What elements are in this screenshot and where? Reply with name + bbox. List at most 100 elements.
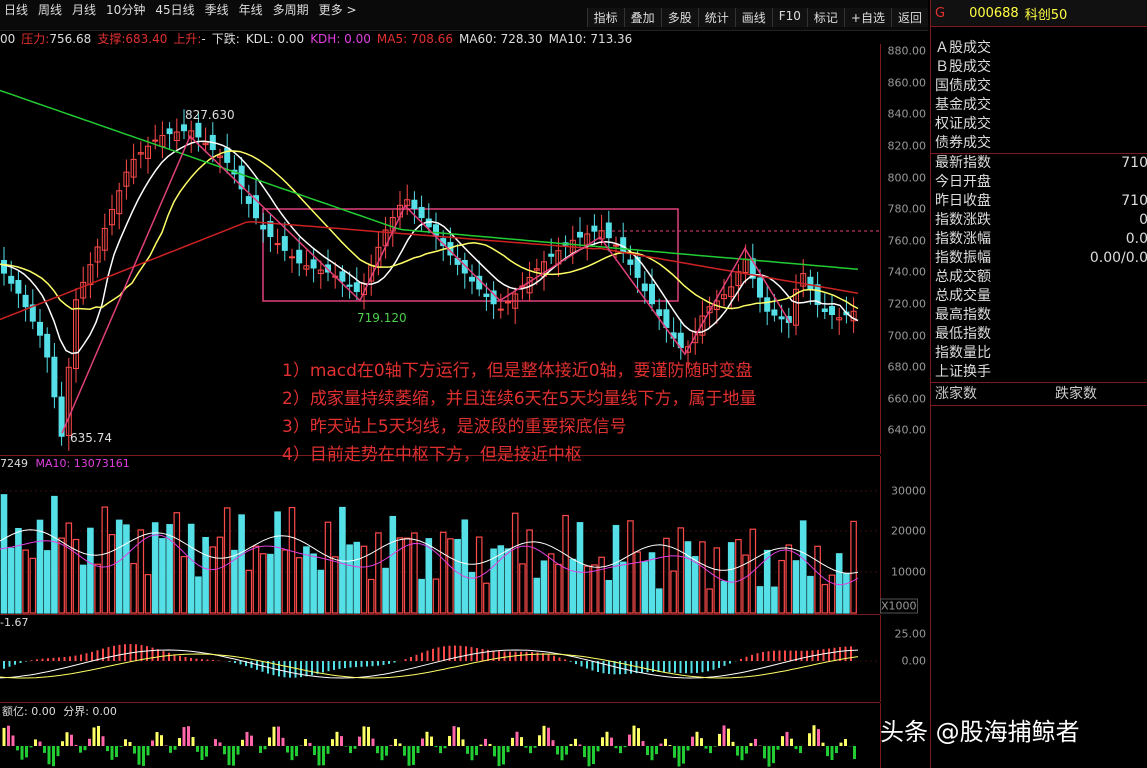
macd-dif-line bbox=[0, 649, 859, 679]
candle-body bbox=[289, 256, 295, 259]
stat-row: 今日开盘 bbox=[935, 174, 991, 190]
breadth-area bbox=[931, 405, 1147, 406]
volume-bar bbox=[367, 578, 375, 614]
candle-body bbox=[641, 283, 648, 292]
volume-bar bbox=[180, 556, 188, 614]
volume-bar bbox=[619, 561, 627, 614]
candle-body bbox=[778, 316, 785, 320]
volume-bar bbox=[670, 570, 677, 614]
amount-info: 额亿: 0.00 分界: 0.00 bbox=[2, 703, 117, 719]
price-tick: 820.00 bbox=[887, 139, 927, 153]
volume-bar bbox=[504, 548, 512, 614]
volume-bar bbox=[612, 524, 620, 614]
candle-body bbox=[469, 276, 475, 282]
volume-bar bbox=[274, 511, 281, 614]
price-tick: 680.00 bbox=[887, 360, 927, 374]
volume-bar bbox=[144, 574, 152, 614]
volume-bar bbox=[598, 556, 605, 614]
volume-bar bbox=[288, 506, 296, 614]
price-tick: 640.00 bbox=[887, 423, 927, 437]
price-tick: 860.00 bbox=[887, 76, 927, 90]
volume-bar bbox=[785, 544, 793, 614]
candle-body bbox=[829, 306, 835, 315]
split-value: 分界: 0.00 bbox=[63, 705, 117, 718]
stat-row: 最高指数 bbox=[935, 307, 991, 323]
volume-lead: 7249 bbox=[0, 457, 28, 470]
trade-item[interactable]: 债券成交 bbox=[931, 134, 1147, 153]
volume-bar bbox=[108, 534, 116, 614]
volume-bar bbox=[295, 557, 303, 614]
trade-item[interactable]: Ａ股成交 bbox=[931, 39, 1147, 58]
stat-row: 总成交量 bbox=[935, 288, 991, 304]
panel-separator bbox=[0, 614, 880, 615]
volume-bar bbox=[691, 556, 699, 614]
price-tick: 840.00 bbox=[887, 107, 927, 121]
volume-bar bbox=[151, 522, 159, 614]
candle-body bbox=[181, 124, 187, 132]
fall-count-label: 跌家数 bbox=[1055, 386, 1097, 402]
volume-bar bbox=[418, 578, 425, 614]
volume-bar bbox=[461, 519, 469, 614]
volume-bar bbox=[634, 551, 641, 614]
candle-body bbox=[418, 206, 425, 219]
trade-item[interactable]: Ｂ股成交 bbox=[931, 58, 1147, 77]
candle-body bbox=[757, 277, 763, 298]
trade-item[interactable]: 权证成交 bbox=[931, 115, 1147, 134]
volume-bar bbox=[562, 514, 569, 614]
candle-body bbox=[497, 308, 504, 311]
volume-bar bbox=[699, 541, 706, 614]
volume-bar bbox=[303, 546, 310, 614]
candle-body bbox=[195, 122, 202, 138]
candle-body bbox=[8, 275, 15, 284]
volume-bar bbox=[843, 572, 850, 614]
price-tick: 780.00 bbox=[887, 202, 927, 216]
volume-bar bbox=[252, 545, 260, 614]
candle-body bbox=[22, 294, 29, 308]
candle-body bbox=[224, 147, 231, 163]
candle-body bbox=[613, 244, 619, 247]
trade-item[interactable]: 基金成交 bbox=[931, 96, 1147, 115]
volume-bar bbox=[648, 552, 656, 614]
volume-bar bbox=[576, 522, 584, 614]
stock-code: 000688 bbox=[969, 5, 1019, 21]
volume-bar bbox=[727, 542, 735, 614]
candle-body bbox=[274, 243, 281, 246]
stats-list: 最新指数 710 今日开盘 昨日收盘 710 指数涨跌 0 指数涨幅 0.0 指数振幅 0… bbox=[931, 153, 1147, 382]
volume-bar bbox=[684, 541, 692, 614]
trade-item[interactable]: 国债成交 bbox=[931, 77, 1147, 96]
candle-body bbox=[37, 321, 43, 336]
volume-bar bbox=[29, 557, 37, 614]
volume-bar bbox=[281, 549, 289, 614]
stat-row: 昨日收盘 710 bbox=[935, 193, 1147, 209]
back-button[interactable]: 返回 bbox=[890, 8, 928, 27]
rise-count-label: 涨家数 bbox=[935, 386, 977, 402]
volume-bar bbox=[641, 561, 649, 614]
volume-bar bbox=[627, 520, 634, 614]
volume-bar bbox=[850, 520, 857, 614]
volume-bar bbox=[259, 553, 267, 614]
volume-bar bbox=[533, 577, 541, 614]
stat-row: 指数涨幅 0.0 bbox=[935, 231, 1147, 247]
volume-bar bbox=[511, 512, 519, 614]
candle-body bbox=[649, 283, 655, 305]
volume-bar bbox=[375, 532, 382, 614]
volume-bar bbox=[15, 527, 22, 614]
volume-bar bbox=[36, 519, 44, 614]
volume-bar bbox=[43, 550, 51, 614]
candle-body bbox=[15, 279, 22, 294]
volume-bar bbox=[663, 537, 670, 614]
volume-bar bbox=[821, 583, 829, 614]
candle-body bbox=[339, 271, 346, 282]
macd-tick: 0.00 bbox=[901, 654, 927, 668]
price-tick: 800.00 bbox=[887, 171, 927, 185]
volume-bar bbox=[331, 556, 339, 614]
candle-body bbox=[346, 284, 353, 287]
volume-bar bbox=[439, 531, 447, 614]
volume-bar bbox=[130, 562, 137, 614]
volume-bar bbox=[317, 569, 325, 614]
panel-separator bbox=[0, 702, 880, 703]
candle-body bbox=[483, 293, 490, 298]
volume-tick: 10000 bbox=[891, 565, 926, 579]
trade-list: Ａ股成交 Ｂ股成交 国债成交 基金成交 权证成交 债券成交 bbox=[931, 27, 1147, 153]
volume-bar bbox=[187, 523, 195, 614]
